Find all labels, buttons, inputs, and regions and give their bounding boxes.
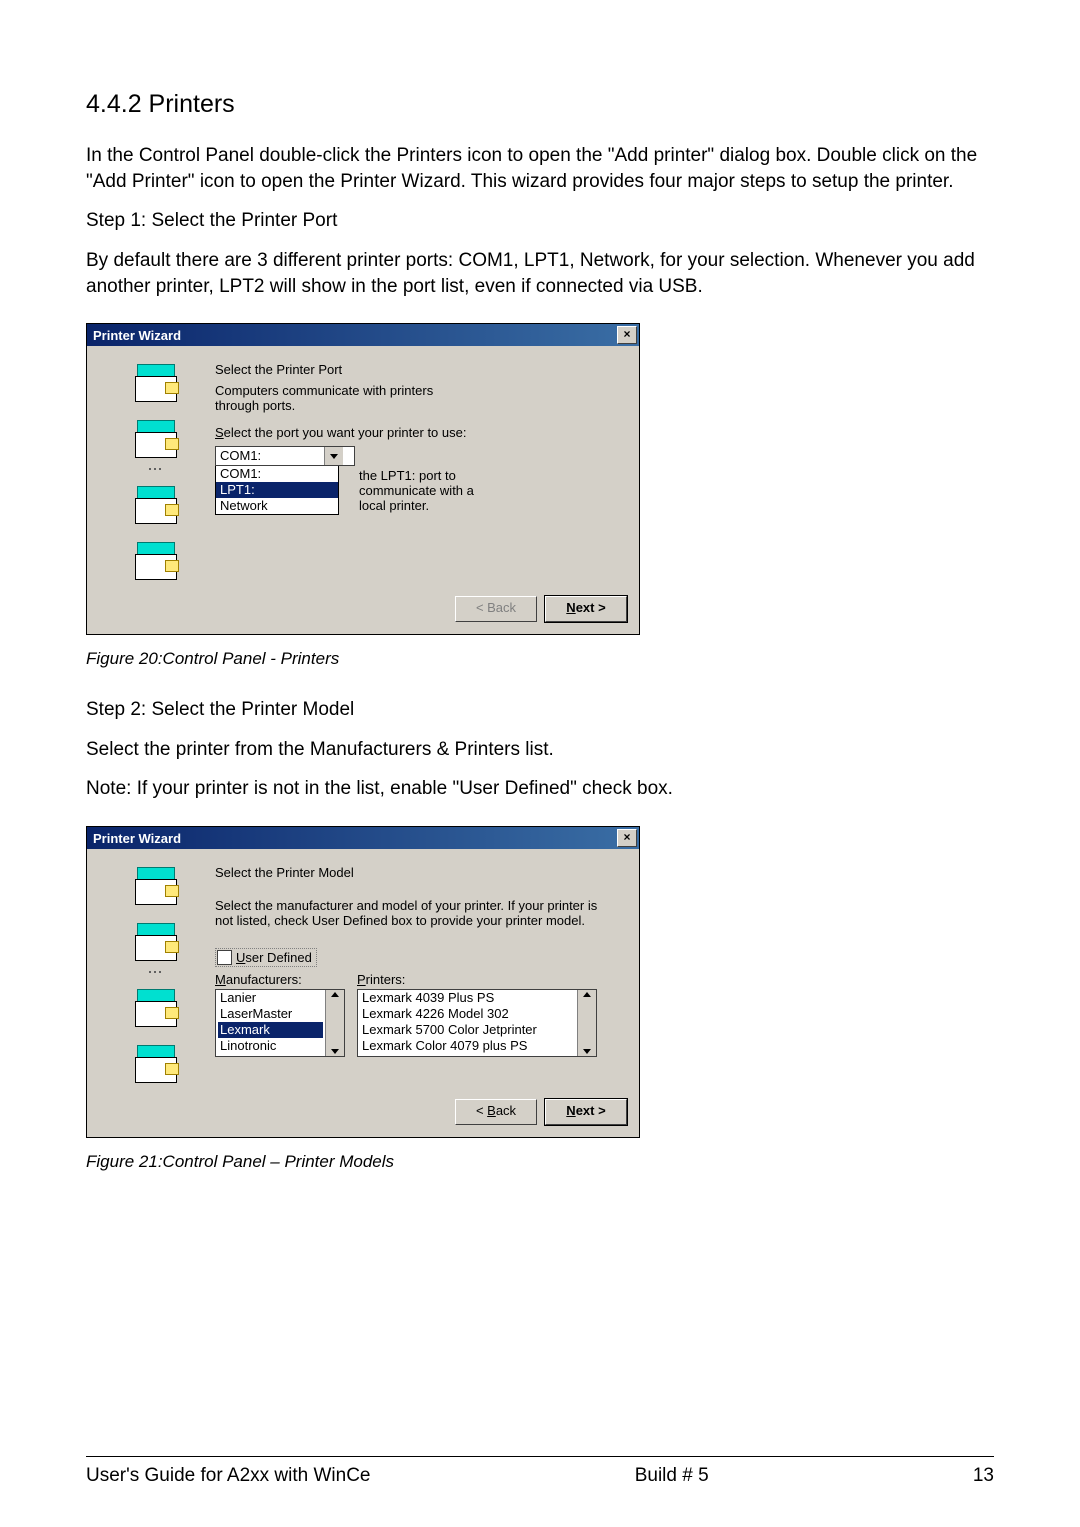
titlebar-text: Printer Wizard (93, 831, 181, 846)
step2-note: Note: If your printer is not in the list… (86, 776, 994, 802)
checkbox-box[interactable] (217, 950, 232, 965)
list-item[interactable]: Linotronic (218, 1038, 323, 1054)
wizard-side-graphic (95, 356, 215, 586)
printer-wizard-dialog-model: Printer Wizard × Select the Printer Mode… (86, 826, 640, 1138)
next-button[interactable]: Next > (545, 596, 627, 622)
chevron-down-icon[interactable] (331, 1049, 339, 1054)
button-label-prefix: < (476, 1103, 487, 1118)
list-item[interactable]: Lexmark (218, 1022, 323, 1038)
mnemonic: N (566, 1103, 575, 1118)
user-defined-checkbox[interactable]: User Defined (215, 948, 317, 967)
back-button: < Back (455, 596, 537, 622)
dialog-heading: Select the Printer Model (215, 865, 625, 880)
figure-caption: Figure 20:Control Panel - Printers (86, 649, 994, 669)
port-note: the LPT1: port to communicate with a loc… (359, 468, 479, 513)
page-footer: User's Guide for A2xx with WinCe Build #… (86, 1456, 994, 1487)
dialog-content: Select the Printer Port Computers commun… (215, 356, 625, 586)
list-item[interactable]: Lexmark 4039 Plus PS (360, 990, 575, 1006)
chevron-down-icon[interactable] (583, 1049, 591, 1054)
checkbox-label: ser Defined (245, 950, 311, 965)
back-button[interactable]: < Back (455, 1099, 537, 1125)
step1-description: By default there are 3 different printer… (86, 248, 994, 299)
mnemonic: N (566, 600, 575, 615)
list-item[interactable]: Lexmark Color 4079 plus PS (360, 1038, 575, 1054)
footer-right: 13 (973, 1465, 994, 1487)
button-label-rest: ack (496, 1103, 516, 1118)
close-icon[interactable]: × (617, 829, 637, 847)
chevron-up-icon[interactable] (583, 992, 591, 997)
printer-icon (131, 484, 179, 526)
step1-title: Step 1: Select the Printer Port (86, 208, 994, 234)
manufacturers-listbox[interactable]: Lanier LaserMaster Lexmark Linotronic (215, 989, 345, 1057)
button-label-rest: ext > (576, 600, 606, 615)
list-item[interactable]: Lanier (218, 990, 323, 1006)
step2-description: Select the printer from the Manufacturer… (86, 737, 994, 763)
dropdown-option[interactable]: COM1: (216, 466, 338, 482)
arrow-icon (149, 971, 161, 973)
printers-label: Printers: (357, 972, 597, 987)
printer-icon (131, 362, 179, 404)
list-item[interactable]: Lexmark 4226 Model 302 (360, 1006, 575, 1022)
page: 4.4.2 Printers In the Control Panel doub… (0, 0, 1080, 1527)
printer-icon (131, 540, 179, 582)
mnemonic: U (236, 950, 245, 965)
arrow-icon (149, 468, 161, 470)
mnemonic: B (487, 1103, 496, 1118)
printer-icon (131, 921, 179, 963)
printer-icon (131, 1043, 179, 1085)
dialog-text: Computers communicate with printers thro… (215, 383, 475, 413)
wizard-side-graphic (95, 859, 215, 1089)
dialog-text: Select the port you want your printer to… (215, 425, 475, 440)
footer-left: User's Guide for A2xx with WinCe (86, 1465, 371, 1487)
step2-title: Step 2: Select the Printer Model (86, 697, 994, 723)
titlebar-text: Printer Wizard (93, 328, 181, 343)
chevron-down-icon[interactable] (324, 447, 343, 465)
scrollbar[interactable] (577, 990, 596, 1056)
titlebar: Printer Wizard × (87, 324, 639, 346)
printers-listbox[interactable]: Lexmark 4039 Plus PS Lexmark 4226 Model … (357, 989, 597, 1057)
button-row: < Back Next > (87, 1089, 639, 1137)
dropdown-option[interactable]: LPT1: (216, 482, 338, 498)
printer-wizard-dialog-port: Printer Wizard × Select the Printer Port… (86, 323, 640, 635)
manufacturers-label: Manufacturers: (215, 972, 345, 987)
chevron-up-icon[interactable] (331, 992, 339, 997)
intro-paragraph: In the Control Panel double-click the Pr… (86, 143, 994, 194)
figure-caption: Figure 21:Control Panel – Printer Models (86, 1152, 994, 1172)
printer-icon (131, 865, 179, 907)
section-heading: 4.4.2 Printers (86, 90, 994, 119)
scrollbar[interactable] (325, 990, 344, 1056)
printer-icon (131, 987, 179, 1029)
titlebar: Printer Wizard × (87, 827, 639, 849)
dialog-heading: Select the Printer Port (215, 362, 625, 377)
printer-icon (131, 418, 179, 460)
footer-mid: Build # 5 (635, 1465, 709, 1487)
dialog-content: Select the Printer Model Select the manu… (215, 859, 625, 1089)
port-dropdown-list[interactable]: COM1: LPT1: Network (215, 465, 339, 515)
dialog-text: Select the manufacturer and model of you… (215, 898, 615, 928)
button-label-rest: ext > (576, 1103, 606, 1118)
mnemonic: S (215, 425, 224, 440)
port-combobox[interactable]: COM1: (215, 446, 355, 466)
list-item[interactable]: Lexmark 5700 Color Jetprinter (360, 1022, 575, 1038)
list-item[interactable]: LaserMaster (218, 1006, 323, 1022)
dialog-text-rest: elect the port you want your printer to … (224, 425, 467, 440)
close-icon[interactable]: × (617, 326, 637, 344)
dropdown-option[interactable]: Network (216, 498, 338, 514)
button-row: < Back Next > (87, 586, 639, 634)
next-button[interactable]: Next > (545, 1099, 627, 1125)
combobox-value: COM1: (216, 447, 324, 465)
